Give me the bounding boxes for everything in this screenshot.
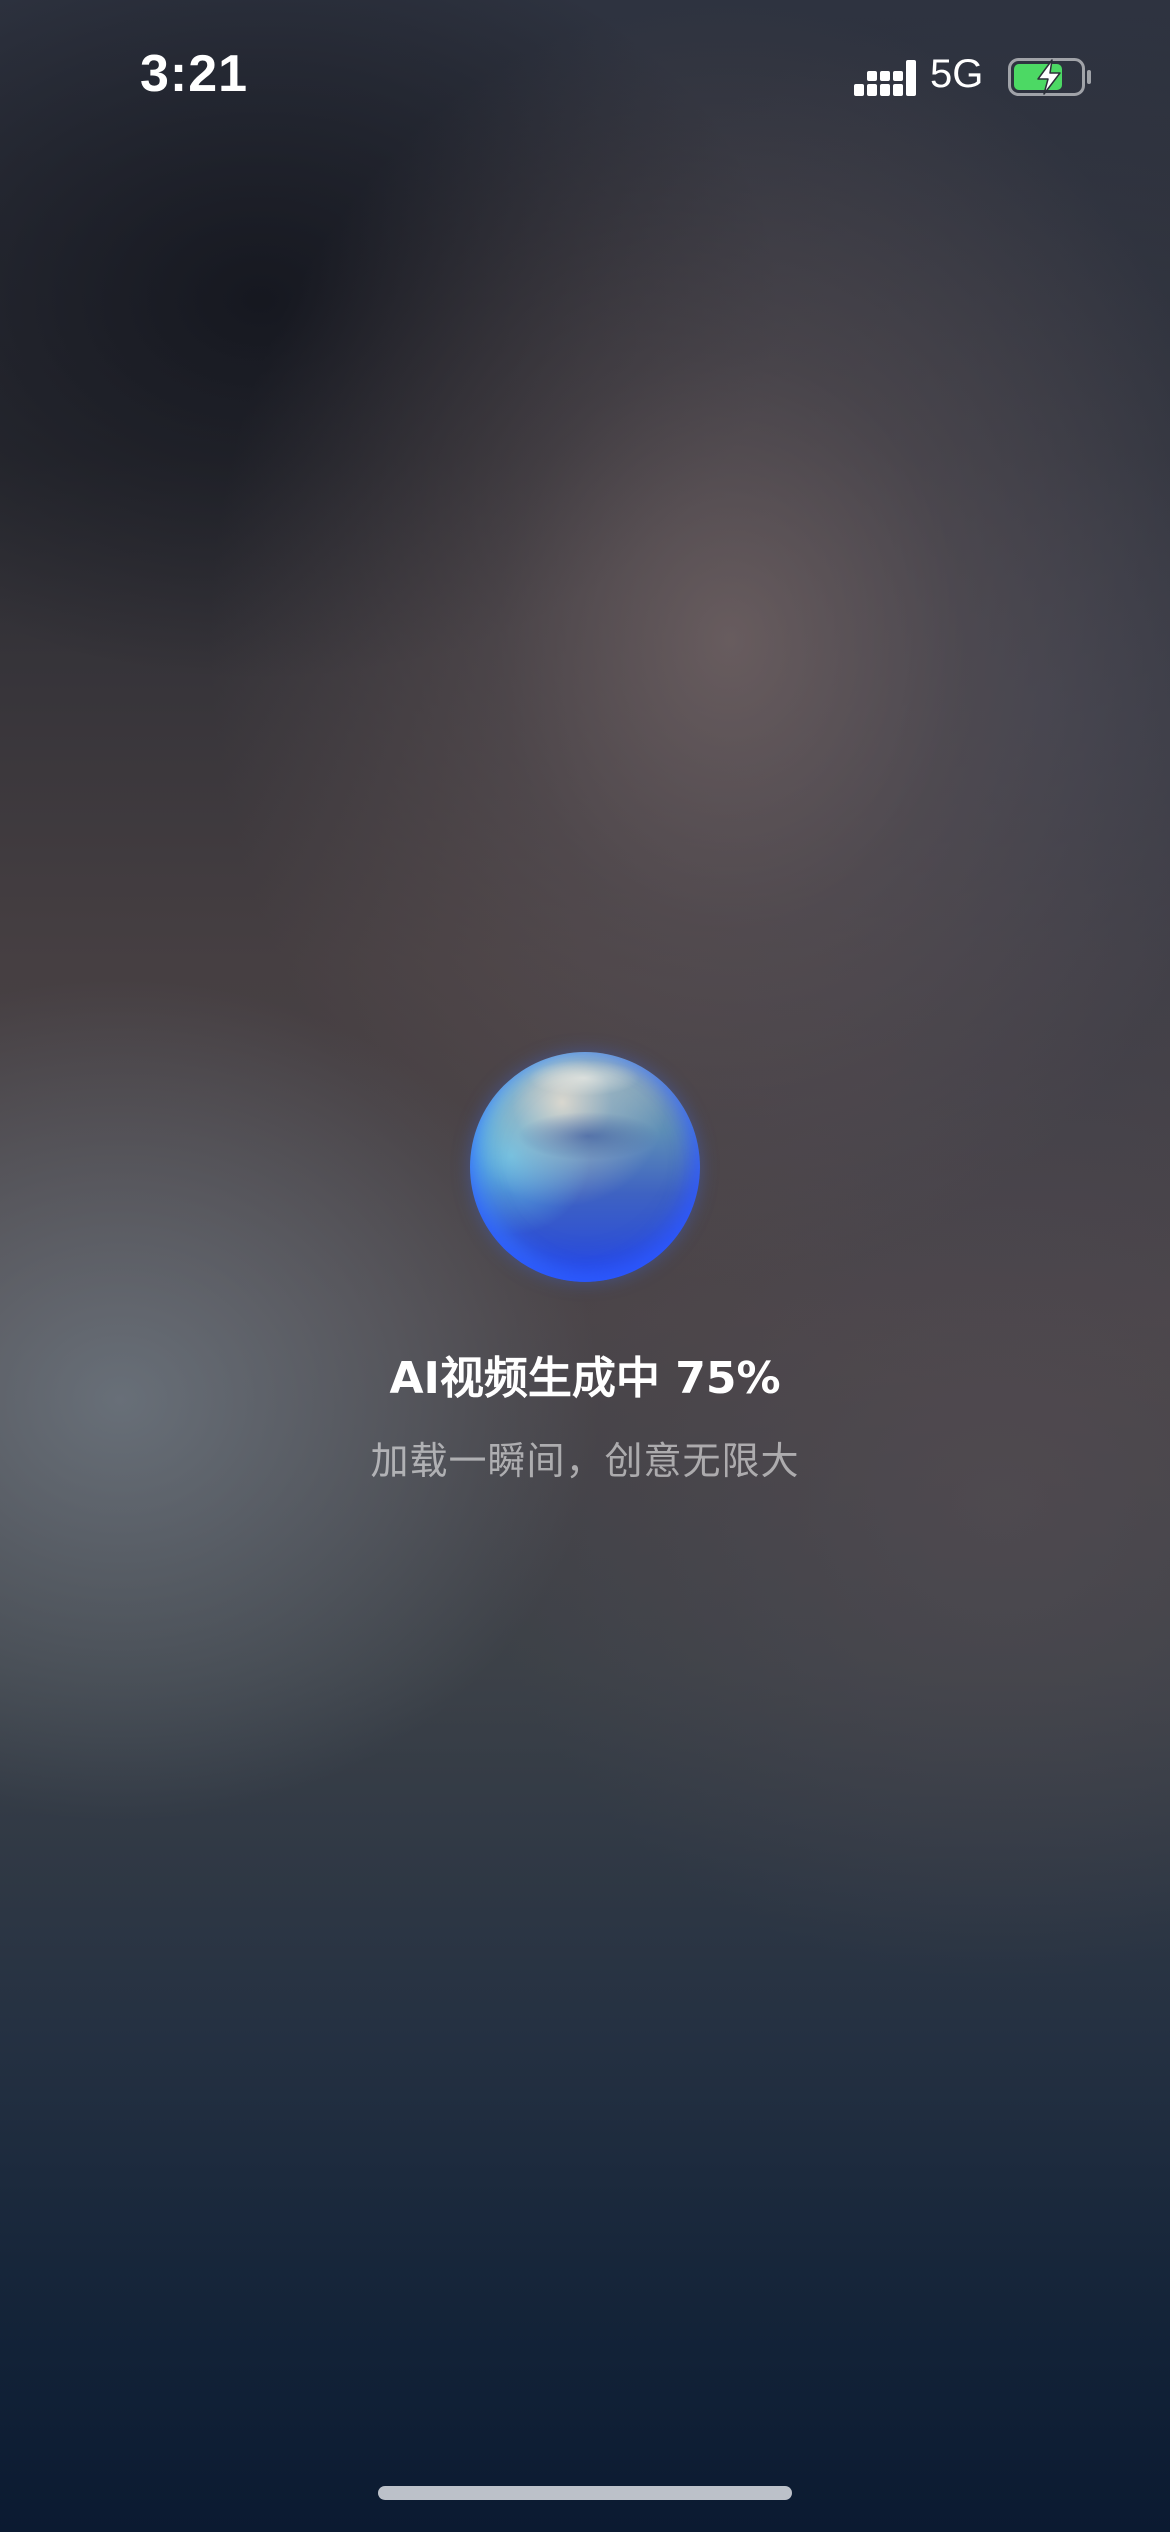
loading-subtitle: 加载一瞬间，创意无限大 — [370, 1439, 800, 1483]
ai-orb-icon — [470, 1052, 700, 1282]
cellular-signal-icon — [854, 60, 916, 96]
orb-highlight — [528, 1060, 640, 1096]
network-type-label: 5G — [930, 52, 984, 96]
status-time: 3:21 — [140, 45, 249, 103]
battery-charging-icon — [1008, 58, 1091, 96]
home-indicator[interactable] — [378, 2486, 792, 2500]
generation-progress-title: AI视频生成中 75% — [389, 1353, 781, 1404]
status-bar: 3:21 5G — [0, 0, 1170, 150]
